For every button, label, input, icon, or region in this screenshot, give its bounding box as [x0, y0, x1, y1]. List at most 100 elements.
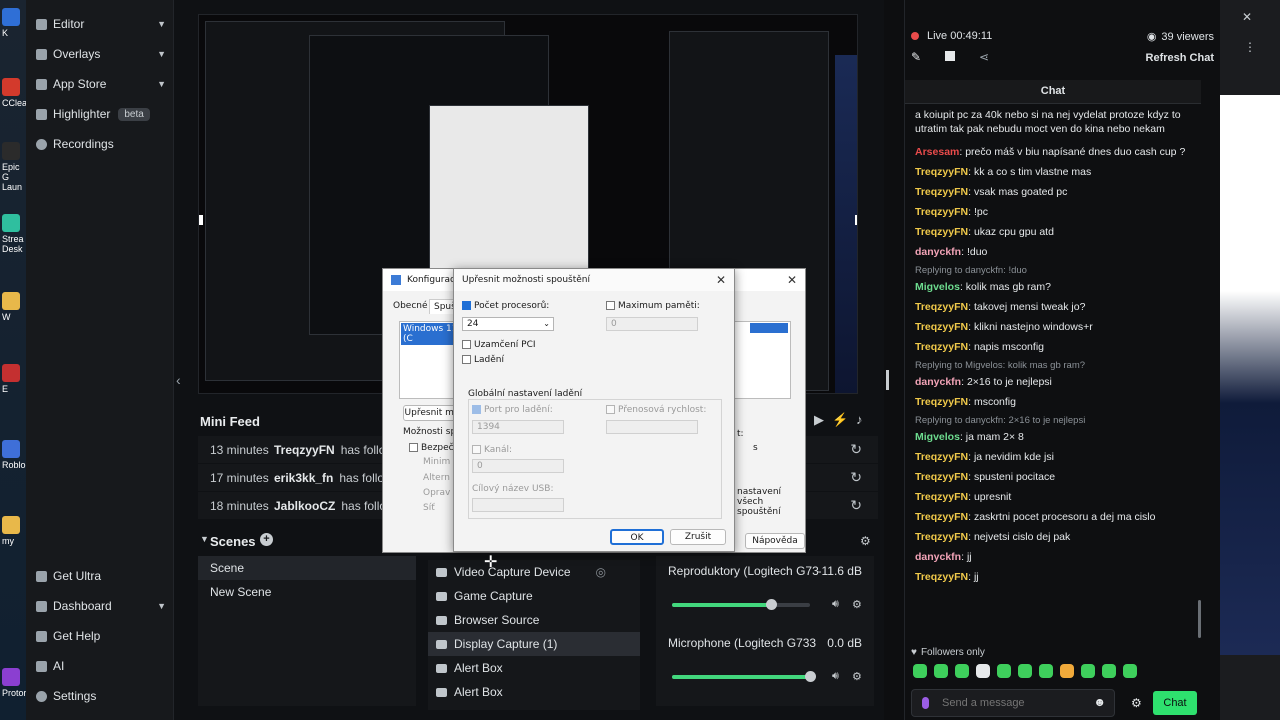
source-item[interactable]: Display Capture (1): [428, 632, 640, 656]
chat-username[interactable]: TreqzyyFN: [915, 206, 968, 218]
chat-username[interactable]: TreqzyyFN: [915, 511, 968, 523]
tab-general[interactable]: Obecné: [393, 301, 428, 311]
emote-icon[interactable]: [1039, 664, 1053, 678]
sidebar-item-get-help[interactable]: Get Help: [36, 624, 166, 648]
visibility-off-icon[interactable]: ◎: [596, 565, 606, 579]
desktop-item[interactable]: Roblo: [2, 440, 26, 470]
channel-checkbox[interactable]: Kanál:: [472, 445, 512, 455]
sidebar-item-ai[interactable]: AI: [36, 654, 166, 678]
gear-icon[interactable]: ⚙: [852, 598, 862, 611]
store-icon[interactable]: [945, 51, 955, 61]
chat-username[interactable]: danyckfn: [915, 246, 961, 258]
max-memory-checkbox[interactable]: Maximum paměti:: [606, 301, 700, 311]
chat-username[interactable]: danyckfn: [915, 551, 961, 563]
close-icon[interactable]: ✕: [787, 273, 797, 287]
emote-icon[interactable]: [1123, 664, 1137, 678]
sidebar-item-dashboard[interactable]: Dashboard ▼: [36, 594, 166, 618]
chat-username[interactable]: TreqzyyFN: [915, 451, 968, 463]
sidebar-item-settings[interactable]: Settings: [36, 684, 166, 708]
chat-username[interactable]: Migvelos: [915, 281, 960, 293]
resize-handle[interactable]: [199, 215, 203, 225]
channel-input[interactable]: 0: [472, 459, 564, 473]
cpu-count-checkbox[interactable]: Počet procesorů:: [462, 301, 549, 311]
gear-icon[interactable]: ⚙: [852, 670, 862, 683]
chat-scrollbar[interactable]: [1198, 600, 1201, 638]
baud-rate-checkbox[interactable]: Přenosová rychlost:: [606, 405, 706, 415]
speaker-icon[interactable]: 🔊︎: [832, 598, 839, 611]
splitter-handle[interactable]: [886, 370, 889, 390]
chat-message-input[interactable]: [942, 695, 1082, 711]
emoji-icon[interactable]: ☻: [1093, 695, 1106, 709]
list-item[interactable]: Windows 11 (C: [401, 323, 461, 345]
chat-username[interactable]: TreqzyyFN: [915, 396, 968, 408]
cancel-button[interactable]: Zrušit: [670, 529, 726, 545]
ok-button[interactable]: OK: [610, 529, 664, 545]
emote-icon[interactable]: [913, 664, 927, 678]
debug-checkbox[interactable]: Ladění: [462, 355, 504, 365]
source-item[interactable]: Browser Source: [428, 608, 640, 632]
chat-username[interactable]: TreqzyyFN: [915, 186, 968, 198]
desktop-item[interactable]: CClea: [2, 78, 27, 108]
sidebar-item-overlays[interactable]: Overlays ▼: [36, 42, 166, 66]
sidebar-item-app-store[interactable]: App Store ▼: [36, 72, 166, 96]
sidebar-item-editor[interactable]: Editor ▼: [36, 12, 166, 36]
chat-username[interactable]: TreqzyyFN: [915, 571, 968, 583]
refresh-icon[interactable]: ↻: [850, 497, 862, 514]
sidebar-item-recordings[interactable]: Recordings: [36, 132, 166, 156]
desktop-item[interactable]: my: [2, 516, 24, 546]
usb-target-input[interactable]: [472, 498, 564, 512]
help-button[interactable]: Nápověda: [745, 533, 805, 549]
desktop-item[interactable]: Epic G Laun: [2, 142, 24, 192]
pci-lock-checkbox[interactable]: Uzamčení PCI: [462, 340, 536, 350]
chat-username[interactable]: TreqzyyFN: [915, 166, 968, 178]
chat-username[interactable]: TreqzyyFN: [915, 301, 968, 313]
desktop-item[interactable]: Strea Desk: [2, 214, 24, 254]
chevron-down-icon[interactable]: ▼: [200, 534, 209, 544]
share-icon[interactable]: ⋖: [979, 50, 989, 64]
chat-username[interactable]: TreqzyyFN: [915, 226, 968, 238]
microphone-icon[interactable]: [922, 697, 929, 709]
chat-username[interactable]: danyckfn: [915, 376, 961, 388]
scene-item[interactable]: Scene: [198, 556, 416, 580]
gear-icon[interactable]: ⚙: [1131, 696, 1142, 710]
emote-icon[interactable]: [1102, 664, 1116, 678]
emote-icon[interactable]: [955, 664, 969, 678]
debug-port-select[interactable]: 1394: [472, 420, 564, 434]
speaker-icon[interactable]: 🔊︎: [832, 670, 839, 683]
cpu-count-select[interactable]: 24 ⌄: [462, 317, 554, 331]
source-item[interactable]: Alert Box: [428, 656, 640, 680]
chat-username[interactable]: TreqzyyFN: [915, 531, 968, 543]
close-icon[interactable]: ✕: [716, 273, 726, 287]
collapse-left-icon[interactable]: ‹: [176, 372, 181, 388]
sidebar-item-highlighter[interactable]: Highlighter beta: [36, 102, 166, 126]
debug-port-checkbox[interactable]: Port pro ladění:: [472, 405, 553, 415]
refresh-icon[interactable]: ↻: [850, 441, 862, 458]
chat-username[interactable]: Arsesam: [915, 146, 959, 158]
volume-slider[interactable]: [672, 671, 816, 682]
add-scene-icon[interactable]: +: [260, 533, 273, 546]
source-item[interactable]: Video Capture Device ◎: [428, 560, 640, 584]
chat-username[interactable]: TreqzyyFN: [915, 471, 968, 483]
desktop-item[interactable]: Protor: [2, 668, 27, 698]
source-item[interactable]: Alert Box: [428, 680, 640, 704]
emote-icon[interactable]: [976, 664, 990, 678]
sidebar-item-get-ultra[interactable]: Get Ultra: [36, 564, 166, 588]
desktop-item[interactable]: W: [2, 292, 24, 322]
gear-icon[interactable]: ⚙: [860, 534, 871, 548]
chat-username[interactable]: TreqzyyFN: [915, 321, 968, 333]
resize-handle[interactable]: [855, 215, 857, 225]
chat-username[interactable]: TreqzyyFN: [915, 491, 968, 503]
refresh-chat-button[interactable]: Refresh Chat: [1146, 52, 1214, 64]
desktop-item[interactable]: K: [2, 8, 24, 38]
emote-icon[interactable]: [997, 664, 1011, 678]
emote-icon[interactable]: [934, 664, 948, 678]
volume-slider[interactable]: [672, 599, 810, 610]
more-vertical-icon[interactable]: ⋮: [1244, 40, 1256, 54]
send-chat-button[interactable]: Chat: [1153, 691, 1197, 715]
chat-username[interactable]: Migvelos: [915, 431, 960, 443]
desktop-item[interactable]: E: [2, 364, 24, 394]
close-icon[interactable]: ✕: [1242, 10, 1252, 24]
emote-icon[interactable]: [1060, 664, 1074, 678]
radio-minimal[interactable]: Minim: [423, 457, 450, 467]
refresh-icon[interactable]: ↻: [850, 469, 862, 486]
